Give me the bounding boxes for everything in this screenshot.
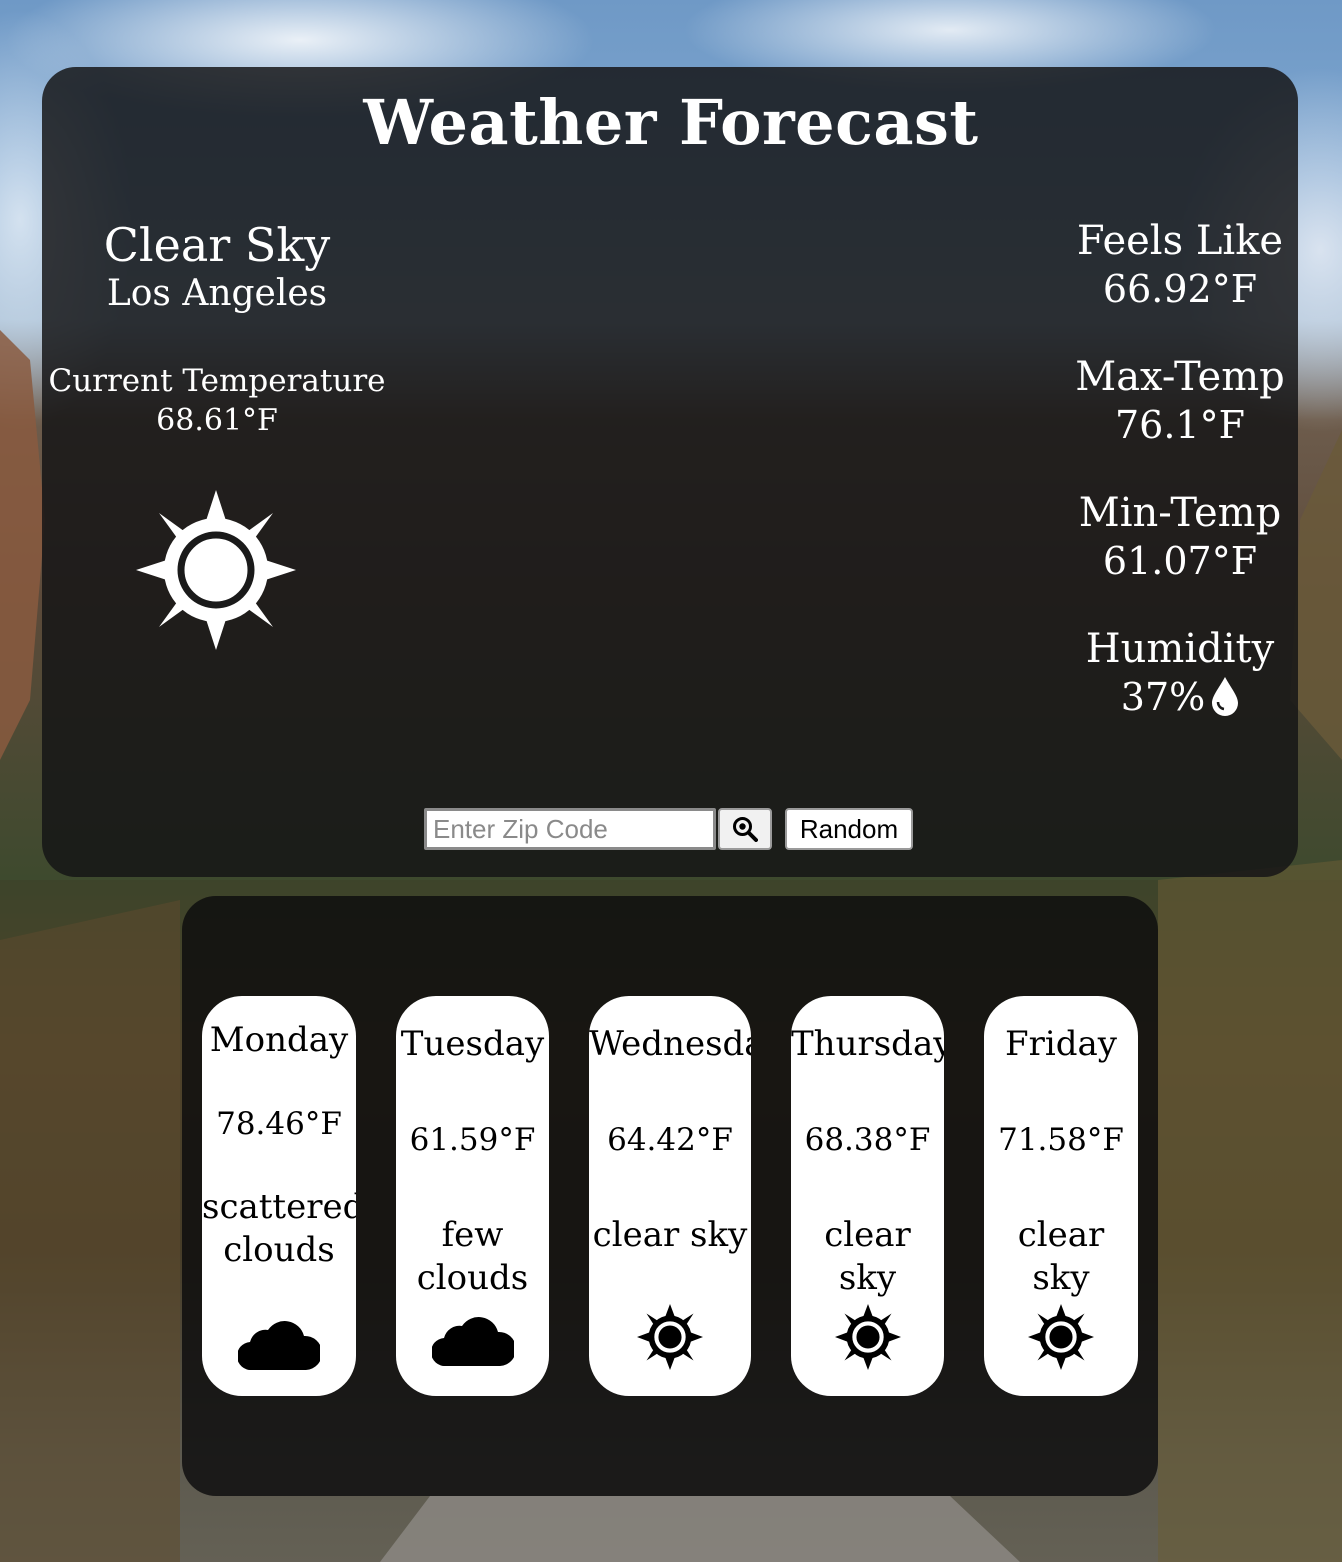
forecast-day: Thursday [791,1024,944,1064]
stat-value: 66.92°F [1102,267,1258,311]
forecast-desc: few clouds [396,1214,549,1300]
sun-icon [834,1304,901,1370]
forecast-desc: clear sky [791,1214,944,1300]
forecast-desc: scattered clouds [202,1186,356,1272]
stat-value: 61.07°F [1102,539,1258,583]
page-title: Weather Forecast [363,86,979,159]
humidity-stat: Humidity 37% [1062,626,1298,762]
weather-stats: Feels Like 66.92°F Max-Temp 76.1°F Min-T… [1062,218,1298,762]
forecast-desc-line: few clouds [416,1215,529,1298]
forecast-day: Friday [1005,1024,1117,1064]
forecast-day: Monday [209,1020,349,1060]
forecast-temp: 64.42°F [607,1122,733,1158]
sun-icon [637,1304,703,1370]
forecast-card-tuesday: Tuesday 61.59°F few clouds [396,996,549,1396]
random-button[interactable]: Random [785,808,913,850]
current-temp-value: 68.61°F [156,403,278,438]
search-button[interactable] [718,808,772,850]
forecast-desc-line: clear sky [1017,1215,1105,1298]
forecast-card-friday: Friday 71.58°F clear sky [984,996,1138,1396]
forecast-card-wednesday: Wednesday 64.42°F clear sky [589,996,751,1396]
stat-value: 37% [1120,675,1206,719]
magnifier-icon [733,817,758,842]
forecast-temp: 61.59°F [409,1122,536,1158]
forecast-desc-line: clear sky [824,1215,911,1298]
forecast-desc: clear sky [589,1214,751,1257]
forecast-day: Wednesday [589,1024,751,1064]
current-condition: Clear Sky [103,218,331,272]
forecast-desc-line: scattered [202,1187,356,1227]
max-temp-stat: Max-Temp 76.1°F [1062,354,1298,490]
current-summary: Clear Sky Los Angeles Current Temperatur… [42,215,392,441]
forecast-day: Tuesday [400,1024,545,1064]
forecast-desc-line: clear sky [592,1215,748,1255]
stat-label: Min-Temp [1078,490,1282,536]
current-temp-label: Current Temperature [48,363,386,399]
forecast-temp: 71.58°F [998,1122,1124,1158]
stat-label: Feels Like [1076,218,1284,264]
cloud-icon [238,1321,320,1370]
stat-label: Max-Temp [1075,354,1285,400]
forecast-card-thursday: Thursday 68.38°F clear sky [791,996,944,1396]
forecast-card-monday: Monday 78.46°F scattered clouds [202,996,356,1396]
forecast-temp: 78.46°F [216,1106,342,1142]
water-drop-icon [1212,677,1239,716]
city-name: Los Angeles [106,273,328,314]
humidity-value-row: 37% [1062,672,1298,722]
min-temp-stat: Min-Temp 61.07°F [1062,490,1298,626]
sun-icon [1028,1304,1094,1370]
forecast-temp: 68.38°F [804,1122,931,1158]
sun-icon [136,490,296,650]
cloud-icon [431,1317,514,1366]
forecast-desc-line: clouds [223,1230,335,1270]
stat-value: 76.1°F [1115,403,1245,447]
forecast-desc: clear sky [984,1214,1138,1300]
stat-label: Humidity [1085,626,1275,672]
feels-like-stat: Feels Like 66.92°F [1062,218,1298,354]
zip-code-input[interactable] [424,808,716,850]
